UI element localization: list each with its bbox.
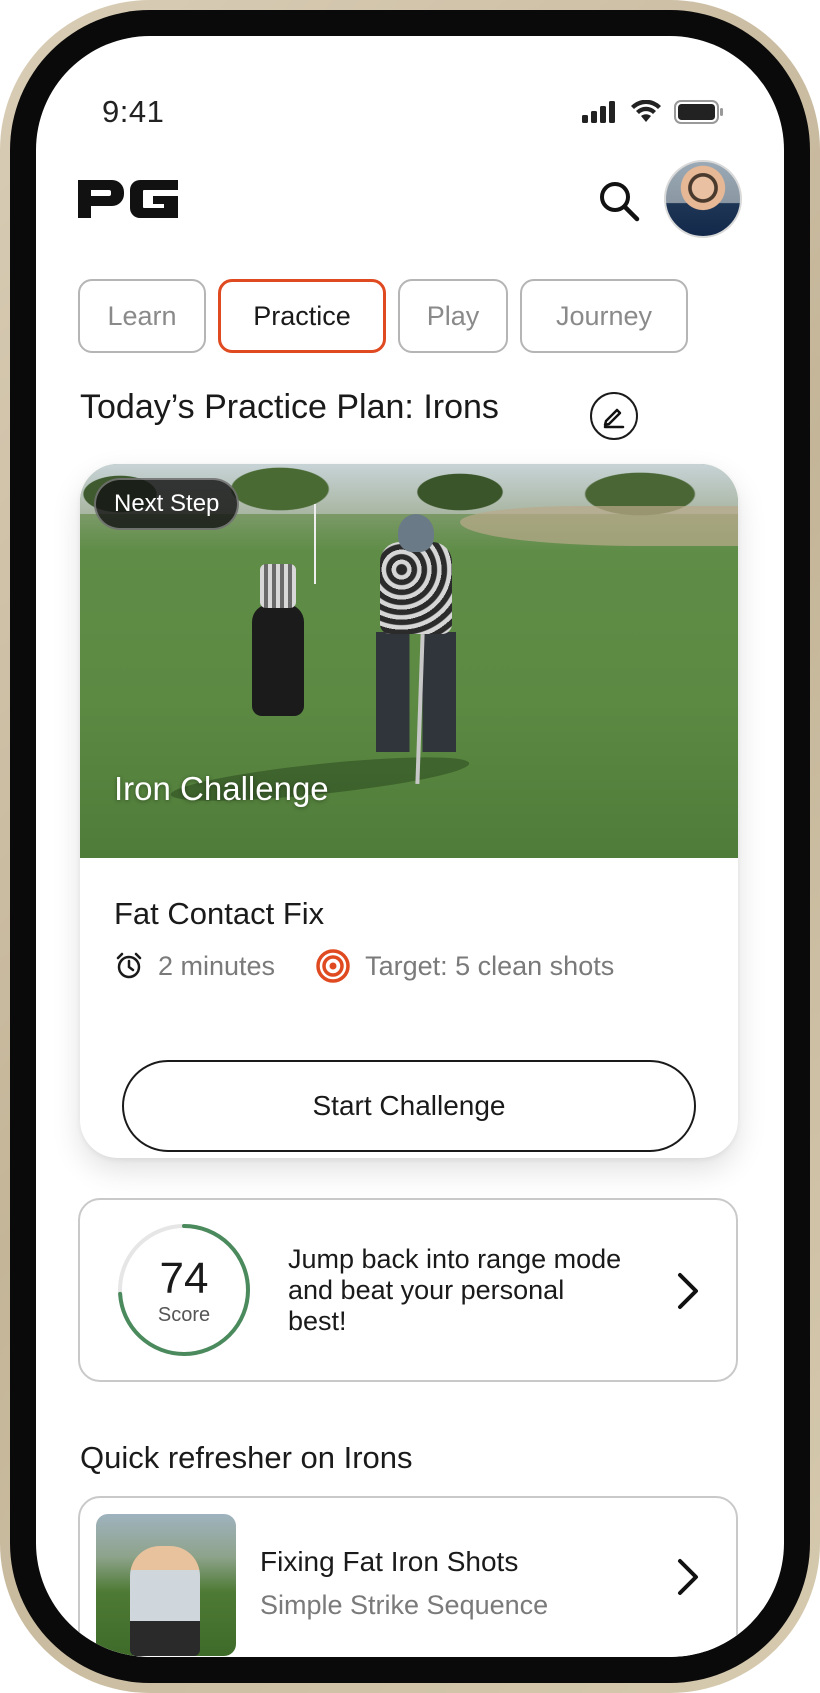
lesson-card-chevron[interactable] (670, 1552, 706, 1602)
lesson-title: Fixing Fat Iron Shots (260, 1546, 519, 1577)
lesson-subtitle: Simple Strike Sequence (260, 1590, 549, 1620)
chevron-right-icon (678, 1559, 698, 1595)
pg-logo[interactable] (78, 180, 178, 223)
battery-icon (674, 100, 723, 124)
tab-learn[interactable]: Learn (78, 279, 206, 353)
score-message: Jump back into range mode and beat your … (288, 1244, 622, 1336)
search-icon (600, 182, 640, 222)
score-label: Score (157, 1304, 211, 1326)
pencil-icon (603, 408, 625, 429)
challenge-duration: 2 minutes (158, 950, 276, 981)
lesson-thumbnail (96, 1514, 236, 1656)
score-value: 74 (159, 1254, 209, 1303)
alarm-clock-icon (116, 952, 142, 979)
practice-plan-title: Today’s Practice Plan: Irons (80, 388, 499, 426)
avatar[interactable] (664, 160, 742, 238)
challenge-meta: 2 minutes Target: 5 clean shots (114, 948, 614, 984)
wifi-icon (631, 100, 661, 122)
start-challenge-button[interactable]: Start Challenge (122, 1060, 696, 1152)
challenge-hero-image: Next Step Iron Challenge (80, 464, 738, 858)
tab-play[interactable]: Play (398, 279, 508, 353)
score-card-chevron[interactable] (670, 1266, 706, 1316)
chevron-right-icon (678, 1273, 698, 1309)
search-button[interactable] (594, 176, 644, 226)
score-card[interactable]: 74 Score Jump back into range mode and b… (78, 1198, 738, 1382)
challenge-target: Target: 5 clean shots (365, 950, 615, 981)
edit-plan-button[interactable] (590, 392, 638, 440)
tab-journey[interactable]: Journey (520, 279, 688, 353)
signal-icon (582, 101, 615, 123)
refresher-title: Quick refresher on Irons (80, 1440, 413, 1475)
status-time: 9:41 (102, 94, 165, 129)
challenge-card[interactable]: Next Step Iron Challenge Fat Contact Fix… (80, 464, 738, 1158)
status-icons (582, 100, 724, 124)
tab-bar: Learn Practice Play Journey (78, 279, 688, 353)
next-step-badge: Next Step (94, 478, 240, 530)
target-icon (316, 949, 350, 983)
lesson-card[interactable]: Fixing Fat Iron Shots Simple Strike Sequ… (78, 1496, 738, 1657)
challenge-hero-title: Iron Challenge (114, 770, 329, 807)
app-screen: 9:41 Learn Practice Play Journey Today’s… (36, 36, 784, 1657)
challenge-name: Fat Contact Fix (114, 896, 325, 931)
tab-practice[interactable]: Practice (218, 279, 386, 353)
